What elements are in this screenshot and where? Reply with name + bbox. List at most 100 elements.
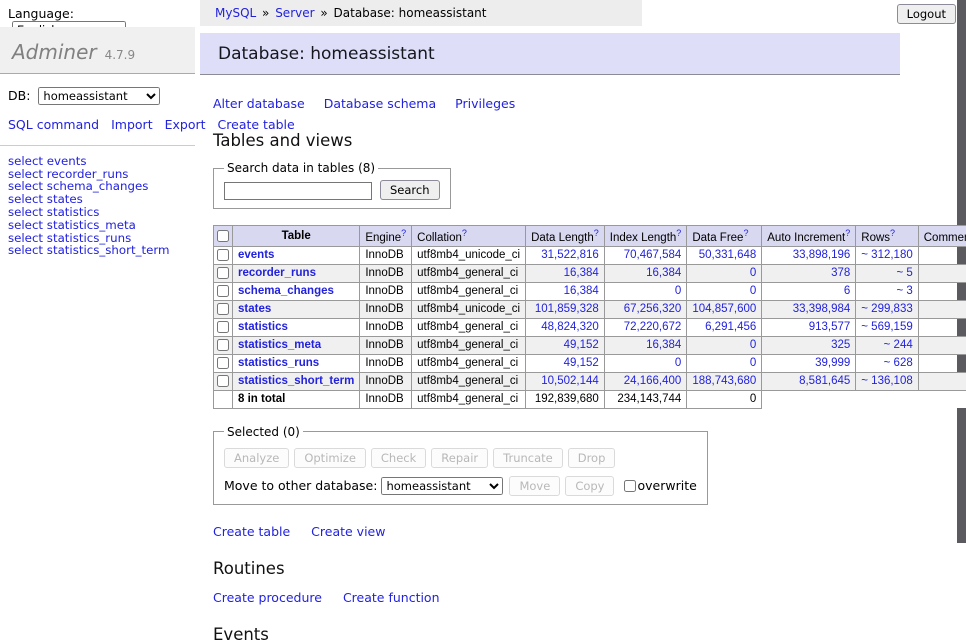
link-database-schema[interactable]: Database schema: [324, 96, 436, 111]
data-free-value[interactable]: 0: [750, 339, 756, 351]
index-length-value[interactable]: 72,220,672: [624, 321, 682, 333]
collation-cell: utf8mb4_general_ci: [412, 354, 526, 372]
data-length-value[interactable]: 16,384: [564, 267, 599, 279]
link-alter-database[interactable]: Alter database: [213, 96, 305, 111]
help-hint-icon[interactable]: ?: [594, 228, 599, 238]
row-checkbox-statistics-runs[interactable]: [217, 357, 229, 369]
help-hint-icon[interactable]: ?: [743, 228, 748, 238]
breadcrumb-mysql[interactable]: MySQL: [215, 6, 256, 20]
logout-button[interactable]: Logout: [897, 4, 956, 24]
index-length-value[interactable]: 0: [675, 285, 681, 297]
auto-increment-value[interactable]: 33,398,984: [793, 303, 851, 315]
auto-increment-value[interactable]: 39,999: [815, 357, 850, 369]
index-length-value[interactable]: 0: [675, 357, 681, 369]
table-link-statistics-meta[interactable]: statistics_meta: [238, 339, 321, 351]
link-create-table[interactable]: Create table: [213, 524, 290, 539]
app-logo[interactable]: Adminer: [12, 40, 97, 64]
index-length-value[interactable]: 16,384: [646, 339, 681, 351]
overwrite-option: overwrite: [623, 478, 696, 493]
data-length-value[interactable]: 101,859,328: [535, 303, 599, 315]
table-link-statistics-runs[interactable]: statistics_runs: [238, 357, 319, 369]
table-link-schema-changes[interactable]: schema_changes: [238, 285, 334, 297]
data-free-value[interactable]: 0: [750, 357, 756, 369]
table-link-statistics[interactable]: statistics: [238, 321, 288, 333]
row-checkbox-schema-changes[interactable]: [217, 285, 229, 297]
repair-button[interactable]: Repair: [431, 448, 488, 468]
move-db-select[interactable]: homeassistant: [381, 477, 503, 495]
sidebar-item-select-events[interactable]: select events: [8, 155, 187, 168]
data-length-value[interactable]: 49,152: [564, 357, 599, 369]
analyze-button[interactable]: Analyze: [224, 448, 289, 468]
data-length-value[interactable]: 49,152: [564, 339, 599, 351]
auto-increment-value[interactable]: 6: [844, 285, 850, 297]
data-length-value[interactable]: 16,384: [564, 285, 599, 297]
row-checkbox-states[interactable]: [217, 303, 229, 315]
overwrite-checkbox[interactable]: [624, 480, 636, 492]
data-free-value[interactable]: 104,857,600: [692, 303, 756, 315]
table-name-cell: events: [233, 246, 360, 264]
table-link-recorder-runs[interactable]: recorder_runs: [238, 267, 316, 279]
copy-button[interactable]: Copy: [565, 476, 614, 496]
rows-value[interactable]: ~ 299,833: [861, 303, 912, 315]
table-link-states[interactable]: states: [238, 303, 271, 315]
drop-button[interactable]: Drop: [568, 448, 616, 468]
data-length-value[interactable]: 48,824,320: [541, 321, 599, 333]
move-button[interactable]: Move: [509, 476, 560, 496]
data-free-value[interactable]: 188,743,680: [692, 375, 756, 387]
rows-value[interactable]: ~ 628: [884, 357, 913, 369]
rows-value[interactable]: ~ 136,108: [861, 375, 912, 387]
select-all-checkbox[interactable]: [217, 230, 229, 242]
data-free-value[interactable]: 0: [750, 285, 756, 297]
row-checkbox-statistics[interactable]: [217, 321, 229, 333]
help-hint-icon[interactable]: ?: [401, 228, 406, 238]
check-button[interactable]: Check: [371, 448, 426, 468]
optimize-button[interactable]: Optimize: [294, 448, 366, 468]
data-length-cell: 101,859,328: [526, 300, 605, 318]
link-create-view[interactable]: Create view: [311, 524, 385, 539]
rows-value[interactable]: ~ 244: [884, 339, 913, 351]
sidebar-item-select-statistics-meta[interactable]: select statistics_meta: [8, 219, 187, 232]
rows-value[interactable]: ~ 3: [896, 285, 912, 297]
db-select[interactable]: homeassistant: [38, 87, 160, 105]
data-free-value[interactable]: 50,331,648: [699, 249, 757, 261]
language-label: Language:: [8, 6, 74, 21]
table-link-events[interactable]: events: [238, 249, 274, 261]
data-length-value[interactable]: 31,522,816: [541, 249, 599, 261]
index-length-value[interactable]: 67,256,320: [624, 303, 682, 315]
auto-increment-value[interactable]: 913,577: [809, 321, 851, 333]
row-checkbox-statistics-short-term[interactable]: [217, 375, 229, 387]
link-create-function[interactable]: Create function: [343, 590, 440, 605]
row-checkbox-statistics-meta[interactable]: [217, 339, 229, 351]
index-length-value[interactable]: 70,467,584: [624, 249, 682, 261]
link-privileges[interactable]: Privileges: [455, 96, 515, 111]
help-hint-icon[interactable]: ?: [676, 228, 681, 238]
truncate-button[interactable]: Truncate: [493, 448, 563, 468]
auto-increment-value[interactable]: 378: [831, 267, 850, 279]
link-create-procedure[interactable]: Create procedure: [213, 590, 322, 605]
row-checkbox-events[interactable]: [217, 249, 229, 261]
auto-increment-value[interactable]: 325: [831, 339, 850, 351]
row-checkbox-recorder-runs[interactable]: [217, 267, 229, 279]
data-length-value[interactable]: 10,502,144: [541, 375, 599, 387]
index-length-value[interactable]: 24,166,400: [624, 375, 682, 387]
auto-increment-value[interactable]: 33,898,196: [793, 249, 851, 261]
help-hint-icon[interactable]: ?: [890, 228, 895, 238]
search-button[interactable]: Search: [380, 180, 440, 200]
table-name-cell: statistics_runs: [233, 354, 360, 372]
table-link-statistics-short-term[interactable]: statistics_short_term: [238, 375, 354, 387]
search-input[interactable]: [224, 182, 372, 200]
rows-value[interactable]: ~ 569,159: [861, 321, 912, 333]
sidebar-item-select-statistics-short-term[interactable]: select statistics_short_term: [8, 244, 187, 257]
sidebar-action-import[interactable]: Import: [111, 117, 153, 132]
index-length-value[interactable]: 16,384: [646, 267, 681, 279]
auto-increment-value[interactable]: 8,581,645: [799, 375, 850, 387]
rows-value[interactable]: ~ 312,180: [861, 249, 912, 261]
breadcrumb-server[interactable]: Server: [275, 6, 314, 20]
rows-value[interactable]: ~ 5: [896, 267, 912, 279]
sidebar-item-select-statistics[interactable]: select statistics: [8, 206, 187, 219]
data-free-value[interactable]: 0: [750, 267, 756, 279]
sidebar-action-sql-command[interactable]: SQL command: [8, 117, 99, 132]
help-hint-icon[interactable]: ?: [845, 228, 850, 238]
help-hint-icon[interactable]: ?: [462, 228, 467, 238]
data-free-value[interactable]: 6,291,456: [705, 321, 756, 333]
